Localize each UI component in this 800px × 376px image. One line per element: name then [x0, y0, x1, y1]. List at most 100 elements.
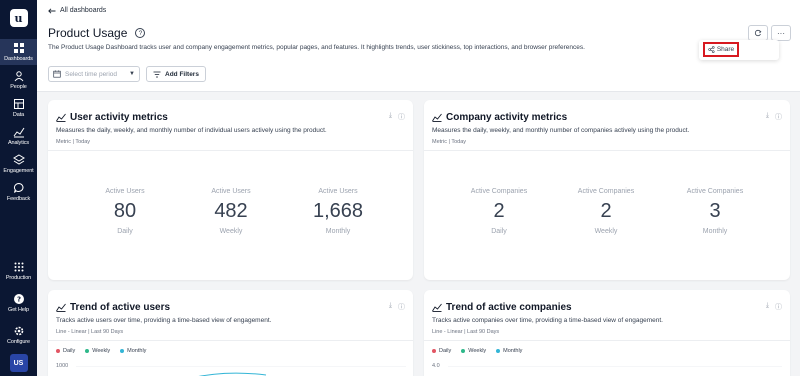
- legend-dot: [56, 349, 60, 353]
- info-icon[interactable]: ⓘ: [775, 112, 782, 122]
- card-title: Trend of active companies: [432, 302, 572, 313]
- sidebar: u Dashboards People Data Analytics Engag…: [0, 0, 37, 376]
- info-icon[interactable]: ⓘ: [775, 302, 782, 312]
- sidebar-item-label: Feedback: [6, 196, 31, 202]
- feedback-icon: [13, 182, 23, 193]
- sidebar-item-analytics[interactable]: Analytics: [0, 123, 37, 149]
- card-title: Company activity metrics: [432, 112, 567, 123]
- metric-period: Monthly: [325, 228, 351, 235]
- line-chart-icon: [56, 303, 66, 312]
- metric-period: Daily: [117, 228, 133, 235]
- avatar[interactable]: US: [9, 354, 28, 372]
- share-menu-item[interactable]: Share: [703, 42, 739, 57]
- sidebar-item-get-help[interactable]: ? Get Help: [0, 290, 37, 316]
- sidebar-item-engagement[interactable]: Engagement: [0, 151, 37, 177]
- sidebar-item-feedback[interactable]: Feedback: [0, 179, 37, 205]
- page-description: The Product Usage Dashboard tracks user …: [48, 44, 585, 51]
- time-period-placeholder: Select time period: [65, 70, 118, 78]
- info-icon[interactable]: ⓘ: [398, 302, 405, 312]
- legend-item-monthly[interactable]: Monthly: [496, 348, 522, 354]
- data-icon: [13, 99, 24, 109]
- sidebar-item-label: Configure: [7, 339, 30, 345]
- trend-active-companies-card: Trend of active companies ⤓ ⓘ Tracks act…: [424, 290, 790, 376]
- logo-letter: u: [14, 11, 23, 25]
- help-icon: ?: [13, 294, 24, 304]
- legend-item-monthly[interactable]: Monthly: [120, 348, 146, 354]
- download-icon[interactable]: ⤓: [766, 302, 769, 312]
- metric-daily: Active Users 80 Daily: [80, 188, 170, 235]
- legend-dot: [432, 349, 436, 353]
- production-grid-icon: [14, 262, 23, 272]
- legend-item-weekly[interactable]: Weekly: [461, 348, 486, 354]
- sidebar-item-data[interactable]: Data: [0, 95, 37, 121]
- sidebar-item-production[interactable]: Production: [0, 258, 37, 284]
- dashboards-grid-icon: [13, 43, 24, 53]
- app-logo[interactable]: u: [9, 9, 28, 27]
- help-icon[interactable]: ?: [135, 28, 146, 38]
- card-meta: Line - Linear | Last 90 Days: [432, 329, 500, 335]
- card-title-text: Trend of active users: [70, 302, 171, 313]
- metric-period: Weekly: [594, 228, 618, 235]
- card-actions: ⤓ ⓘ: [766, 302, 782, 312]
- y-axis-tick-label: 1000: [56, 363, 69, 369]
- card-divider: [48, 340, 413, 341]
- download-icon[interactable]: ⤓: [389, 112, 392, 122]
- chart-legend: Daily Weekly Monthly: [56, 348, 146, 354]
- arrow-left-icon: [48, 7, 56, 14]
- back-to-dashboards-link[interactable]: All dashboards: [48, 7, 106, 14]
- card-title-text: Trend of active companies: [446, 302, 572, 313]
- sidebar-item-label: Dashboards: [4, 56, 33, 62]
- card-meta: Metric | Today: [432, 139, 467, 145]
- add-filters-button[interactable]: Add Filters: [146, 66, 206, 82]
- share-icon: [708, 46, 715, 53]
- metric-label: Active Users: [211, 188, 251, 195]
- page-title-text: Product Usage: [48, 26, 128, 40]
- chevron-down-icon: ▼: [129, 71, 135, 77]
- gear-icon: [14, 326, 23, 336]
- sidebar-item-label: People: [10, 84, 27, 90]
- metric-weekly: Active Users 482 Weekly: [186, 188, 276, 235]
- analytics-icon: [13, 127, 24, 138]
- sidebar-item-label: Engagement: [3, 168, 34, 174]
- legend-dot: [85, 349, 90, 353]
- sidebar-item-configure[interactable]: Configure: [0, 322, 37, 348]
- add-filters-label: Add Filters: [165, 70, 199, 78]
- metric-label: Active Companies: [577, 188, 635, 195]
- legend-dot: [120, 349, 125, 353]
- legend-item-daily[interactable]: Daily: [56, 348, 75, 354]
- legend-item-daily[interactable]: Daily: [432, 348, 451, 354]
- card-description: Tracks active users over time, providing…: [56, 317, 272, 324]
- card-meta: Metric | Today: [56, 139, 91, 145]
- people-icon: [14, 71, 23, 82]
- metric-period: Monthly: [702, 228, 728, 235]
- metric-label: Active Companies: [470, 188, 528, 195]
- card-actions: ⤓ ⓘ: [389, 302, 405, 312]
- sidebar-item-dashboards[interactable]: Dashboards: [0, 39, 37, 65]
- back-link-label: All dashboards: [60, 7, 107, 14]
- download-icon[interactable]: ⤓: [766, 112, 769, 122]
- card-meta: Line - Linear | Last 90 Days: [56, 329, 124, 335]
- card-description: Measures the daily, weekly, and monthly …: [432, 127, 690, 134]
- company-activity-card: Company activity metrics ⤓ ⓘ Measures th…: [424, 100, 790, 280]
- info-icon[interactable]: ⓘ: [398, 112, 405, 122]
- sidebar-item-label: Production: [5, 275, 32, 281]
- engagement-icon: [12, 154, 25, 165]
- card-actions: ⤓ ⓘ: [389, 112, 405, 122]
- more-options-button[interactable]: ···: [771, 25, 791, 41]
- card-divider: [424, 340, 790, 341]
- sidebar-item-people[interactable]: People: [0, 67, 37, 93]
- page-title: Product Usage ?: [48, 26, 146, 40]
- refresh-icon: [754, 29, 762, 37]
- filter-bar: Select time period ▼ Add Filters: [48, 66, 206, 82]
- y-axis-tick-label: 4.0: [432, 363, 440, 369]
- metric-monthly: Active Users 1,668 Monthly: [293, 188, 383, 235]
- refresh-button[interactable]: [748, 25, 768, 41]
- time-period-select[interactable]: Select time period ▼: [48, 66, 140, 82]
- legend-item-weekly[interactable]: Weekly: [85, 348, 110, 354]
- metric-value: 3: [709, 200, 721, 222]
- metric-label: Active Companies: [686, 188, 744, 195]
- download-icon[interactable]: ⤓: [389, 302, 392, 312]
- legend-label: Daily: [63, 348, 76, 354]
- metric-period: Daily: [491, 228, 507, 235]
- legend-dot: [461, 349, 466, 353]
